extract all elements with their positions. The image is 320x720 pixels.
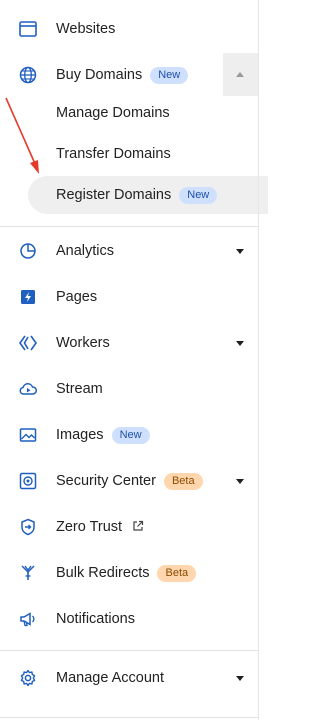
subnav-manage-domains[interactable]: Manage Domains [56,105,170,121]
nav-label-workers: Workers [56,335,110,351]
image-icon [18,425,38,445]
subnav-transfer-domains[interactable]: Transfer Domains [56,146,171,162]
beta-badge: Beta [157,564,197,582]
sidebar-border [258,0,259,720]
nav-label-analytics: Analytics [56,243,115,259]
nav-label-images: Images [56,426,104,443]
annotation-arrow-icon [5,97,39,174]
nav-label-notifications: Notifications [56,611,135,627]
nav-label-buy-domains: Buy Domains [56,66,143,83]
gear-icon [18,668,38,688]
external-link-icon [133,520,144,531]
nav-label-manage-account: Manage Account [56,670,165,686]
cloud-play-icon [18,379,38,399]
nav-item-analytics[interactable]: Analytics [0,228,258,274]
caret-down-icon [236,248,244,254]
divider [0,650,258,651]
new-badge: New [179,187,218,204]
collapse-buy-domains-button[interactable] [223,53,258,96]
nav-item-notifications[interactable]: Notifications [0,596,258,642]
new-badge: New [111,426,150,444]
nav-label-zero-trust: Zero Trust [56,519,123,535]
nav-item-bulk-redirects[interactable]: Bulk Redirects Beta [0,550,258,596]
nav-item-manage-account[interactable]: Manage Account [0,655,258,701]
megaphone-icon [18,609,38,629]
divider [0,226,258,227]
nav-item-workers[interactable]: Workers [0,320,258,366]
nav-label-security-center: Security Center [56,472,156,489]
funnel-icon [18,563,38,583]
workers-logo-icon [18,333,38,353]
nav-label-pages: Pages [56,289,98,305]
nav-label-websites: Websites [56,21,116,37]
shield-arrow-icon [18,517,38,537]
nav-label-stream: Stream [56,381,103,397]
caret-down-icon [236,340,244,346]
nav-item-zero-trust[interactable]: Zero Trust [0,504,258,550]
lightning-pages-icon [18,287,38,307]
nav-item-security-center[interactable]: Security Center Beta [0,458,258,504]
nav-item-images[interactable]: Images New [0,412,258,458]
nav-item-pages[interactable]: Pages [0,274,258,320]
caret-down-icon [236,675,244,681]
subnav-register-domains-label: Register Domains [56,187,172,203]
nav-label-bulk-redirects: Bulk Redirects [56,564,150,581]
caret-down-icon [236,478,244,484]
beta-badge: Beta [163,472,203,490]
divider [0,717,258,718]
pie-chart-icon [18,241,38,261]
security-center-icon [18,471,38,491]
nav-item-stream[interactable]: Stream [0,366,258,412]
chevron-up-icon [236,72,244,77]
new-badge: New [150,66,189,84]
